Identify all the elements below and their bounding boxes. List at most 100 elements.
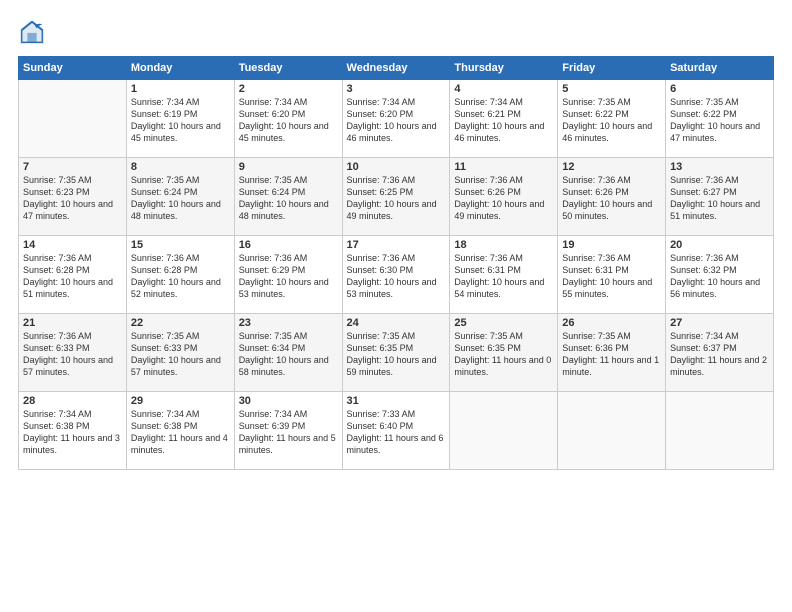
logo bbox=[18, 18, 50, 46]
cell-info: Sunrise: 7:33 AMSunset: 6:40 PMDaylight:… bbox=[347, 409, 444, 455]
day-number: 10 bbox=[347, 161, 446, 173]
day-number: 21 bbox=[23, 317, 122, 329]
days-header-row: SundayMondayTuesdayWednesdayThursdayFrid… bbox=[19, 57, 774, 80]
cell-info: Sunrise: 7:34 AMSunset: 6:38 PMDaylight:… bbox=[23, 409, 120, 455]
day-number: 22 bbox=[131, 317, 230, 329]
calendar-cell bbox=[666, 392, 774, 470]
cell-info: Sunrise: 7:35 AMSunset: 6:22 PMDaylight:… bbox=[562, 97, 652, 143]
day-number: 4 bbox=[454, 83, 553, 95]
cell-info: Sunrise: 7:36 AMSunset: 6:30 PMDaylight:… bbox=[347, 253, 437, 299]
calendar-cell: 25 Sunrise: 7:35 AMSunset: 6:35 PMDayligh… bbox=[450, 314, 558, 392]
calendar-cell: 6 Sunrise: 7:35 AMSunset: 6:22 PMDaylight… bbox=[666, 80, 774, 158]
calendar-cell bbox=[558, 392, 666, 470]
calendar-cell: 21 Sunrise: 7:36 AMSunset: 6:33 PMDayligh… bbox=[19, 314, 127, 392]
header bbox=[18, 18, 774, 46]
day-number: 25 bbox=[454, 317, 553, 329]
day-number: 18 bbox=[454, 239, 553, 251]
day-number: 23 bbox=[239, 317, 338, 329]
calendar-table: SundayMondayTuesdayWednesdayThursdayFrid… bbox=[18, 56, 774, 470]
cell-info: Sunrise: 7:35 AMSunset: 6:34 PMDaylight:… bbox=[239, 331, 329, 377]
calendar-cell: 3 Sunrise: 7:34 AMSunset: 6:20 PMDaylight… bbox=[342, 80, 450, 158]
day-number: 14 bbox=[23, 239, 122, 251]
cell-info: Sunrise: 7:34 AMSunset: 6:21 PMDaylight:… bbox=[454, 97, 544, 143]
calendar-cell: 27 Sunrise: 7:34 AMSunset: 6:37 PMDayligh… bbox=[666, 314, 774, 392]
calendar-cell: 24 Sunrise: 7:35 AMSunset: 6:35 PMDayligh… bbox=[342, 314, 450, 392]
cell-info: Sunrise: 7:36 AMSunset: 6:28 PMDaylight:… bbox=[23, 253, 113, 299]
day-number: 12 bbox=[562, 161, 661, 173]
cell-info: Sunrise: 7:35 AMSunset: 6:35 PMDaylight:… bbox=[347, 331, 437, 377]
day-header-monday: Monday bbox=[126, 57, 234, 80]
day-number: 30 bbox=[239, 395, 338, 407]
calendar-cell: 31 Sunrise: 7:33 AMSunset: 6:40 PMDayligh… bbox=[342, 392, 450, 470]
calendar-cell: 17 Sunrise: 7:36 AMSunset: 6:30 PMDayligh… bbox=[342, 236, 450, 314]
day-number: 29 bbox=[131, 395, 230, 407]
day-number: 1 bbox=[131, 83, 230, 95]
day-number: 13 bbox=[670, 161, 769, 173]
cell-info: Sunrise: 7:36 AMSunset: 6:31 PMDaylight:… bbox=[454, 253, 544, 299]
calendar-cell: 14 Sunrise: 7:36 AMSunset: 6:28 PMDayligh… bbox=[19, 236, 127, 314]
calendar-cell: 10 Sunrise: 7:36 AMSunset: 6:25 PMDayligh… bbox=[342, 158, 450, 236]
cell-info: Sunrise: 7:36 AMSunset: 6:32 PMDaylight:… bbox=[670, 253, 760, 299]
day-number: 2 bbox=[239, 83, 338, 95]
cell-info: Sunrise: 7:36 AMSunset: 6:31 PMDaylight:… bbox=[562, 253, 652, 299]
week-row-1: 1 Sunrise: 7:34 AMSunset: 6:19 PMDaylight… bbox=[19, 80, 774, 158]
calendar-cell: 5Sunrise: 7:35 AMSunset: 6:22 PMDaylight… bbox=[558, 80, 666, 158]
day-number: 27 bbox=[670, 317, 769, 329]
day-number: 3 bbox=[347, 83, 446, 95]
day-header-wednesday: Wednesday bbox=[342, 57, 450, 80]
week-row-2: 7 Sunrise: 7:35 AMSunset: 6:23 PMDaylight… bbox=[19, 158, 774, 236]
week-row-4: 21 Sunrise: 7:36 AMSunset: 6:33 PMDayligh… bbox=[19, 314, 774, 392]
calendar-cell: 7 Sunrise: 7:35 AMSunset: 6:23 PMDaylight… bbox=[19, 158, 127, 236]
cell-info: Sunrise: 7:34 AMSunset: 6:20 PMDaylight:… bbox=[347, 97, 437, 143]
calendar-cell: 18 Sunrise: 7:36 AMSunset: 6:31 PMDayligh… bbox=[450, 236, 558, 314]
day-number: 24 bbox=[347, 317, 446, 329]
cell-info: Sunrise: 7:34 AMSunset: 6:20 PMDaylight:… bbox=[239, 97, 329, 143]
calendar-cell: 30 Sunrise: 7:34 AMSunset: 6:39 PMDayligh… bbox=[234, 392, 342, 470]
calendar-cell: 2 Sunrise: 7:34 AMSunset: 6:20 PMDaylight… bbox=[234, 80, 342, 158]
cell-info: Sunrise: 7:35 AMSunset: 6:35 PMDaylight:… bbox=[454, 331, 551, 377]
day-number: 31 bbox=[347, 395, 446, 407]
cell-info: Sunrise: 7:35 AMSunset: 6:24 PMDaylight:… bbox=[131, 175, 221, 221]
calendar-cell: 8Sunrise: 7:35 AMSunset: 6:24 PMDaylight… bbox=[126, 158, 234, 236]
calendar-cell: 9 Sunrise: 7:35 AMSunset: 6:24 PMDaylight… bbox=[234, 158, 342, 236]
calendar-cell: 16Sunrise: 7:36 AMSunset: 6:29 PMDayligh… bbox=[234, 236, 342, 314]
calendar-cell: 11Sunrise: 7:36 AMSunset: 6:26 PMDayligh… bbox=[450, 158, 558, 236]
calendar-cell: 26 Sunrise: 7:35 AMSunset: 6:36 PMDayligh… bbox=[558, 314, 666, 392]
day-number: 6 bbox=[670, 83, 769, 95]
day-number: 26 bbox=[562, 317, 661, 329]
calendar-cell: 15 Sunrise: 7:36 AMSunset: 6:28 PMDayligh… bbox=[126, 236, 234, 314]
day-number: 7 bbox=[23, 161, 122, 173]
day-number: 15 bbox=[131, 239, 230, 251]
calendar-cell: 29Sunrise: 7:34 AMSunset: 6:38 PMDayligh… bbox=[126, 392, 234, 470]
cell-info: Sunrise: 7:36 AMSunset: 6:33 PMDaylight:… bbox=[23, 331, 113, 377]
calendar-cell: 13Sunrise: 7:36 AMSunset: 6:27 PMDayligh… bbox=[666, 158, 774, 236]
cell-info: Sunrise: 7:36 AMSunset: 6:29 PMDaylight:… bbox=[239, 253, 329, 299]
day-number: 19 bbox=[562, 239, 661, 251]
cell-info: Sunrise: 7:36 AMSunset: 6:26 PMDaylight:… bbox=[454, 175, 544, 221]
cell-info: Sunrise: 7:36 AMSunset: 6:28 PMDaylight:… bbox=[131, 253, 221, 299]
week-row-5: 28Sunrise: 7:34 AMSunset: 6:38 PMDayligh… bbox=[19, 392, 774, 470]
cell-info: Sunrise: 7:36 AMSunset: 6:26 PMDaylight:… bbox=[562, 175, 652, 221]
calendar-cell: 1 Sunrise: 7:34 AMSunset: 6:19 PMDaylight… bbox=[126, 80, 234, 158]
cell-info: Sunrise: 7:34 AMSunset: 6:37 PMDaylight:… bbox=[670, 331, 767, 377]
page: SundayMondayTuesdayWednesdayThursdayFrid… bbox=[0, 0, 792, 612]
calendar-cell: 12 Sunrise: 7:36 AMSunset: 6:26 PMDayligh… bbox=[558, 158, 666, 236]
cell-info: Sunrise: 7:35 AMSunset: 6:22 PMDaylight:… bbox=[670, 97, 760, 143]
day-number: 9 bbox=[239, 161, 338, 173]
cell-info: Sunrise: 7:35 AMSunset: 6:36 PMDaylight:… bbox=[562, 331, 659, 377]
cell-info: Sunrise: 7:35 AMSunset: 6:23 PMDaylight:… bbox=[23, 175, 113, 221]
calendar-cell: 22 Sunrise: 7:35 AMSunset: 6:33 PMDayligh… bbox=[126, 314, 234, 392]
calendar-cell bbox=[450, 392, 558, 470]
day-header-sunday: Sunday bbox=[19, 57, 127, 80]
cell-info: Sunrise: 7:34 AMSunset: 6:39 PMDaylight:… bbox=[239, 409, 336, 455]
cell-info: Sunrise: 7:35 AMSunset: 6:24 PMDaylight:… bbox=[239, 175, 329, 221]
day-header-friday: Friday bbox=[558, 57, 666, 80]
calendar-cell: 19 Sunrise: 7:36 AMSunset: 6:31 PMDayligh… bbox=[558, 236, 666, 314]
day-number: 17 bbox=[347, 239, 446, 251]
calendar-cell: 4 Sunrise: 7:34 AMSunset: 6:21 PMDaylight… bbox=[450, 80, 558, 158]
day-number: 20 bbox=[670, 239, 769, 251]
cell-info: Sunrise: 7:36 AMSunset: 6:25 PMDaylight:… bbox=[347, 175, 437, 221]
cell-info: Sunrise: 7:35 AMSunset: 6:33 PMDaylight:… bbox=[131, 331, 221, 377]
cell-info: Sunrise: 7:34 AMSunset: 6:19 PMDaylight:… bbox=[131, 97, 221, 143]
day-header-tuesday: Tuesday bbox=[234, 57, 342, 80]
